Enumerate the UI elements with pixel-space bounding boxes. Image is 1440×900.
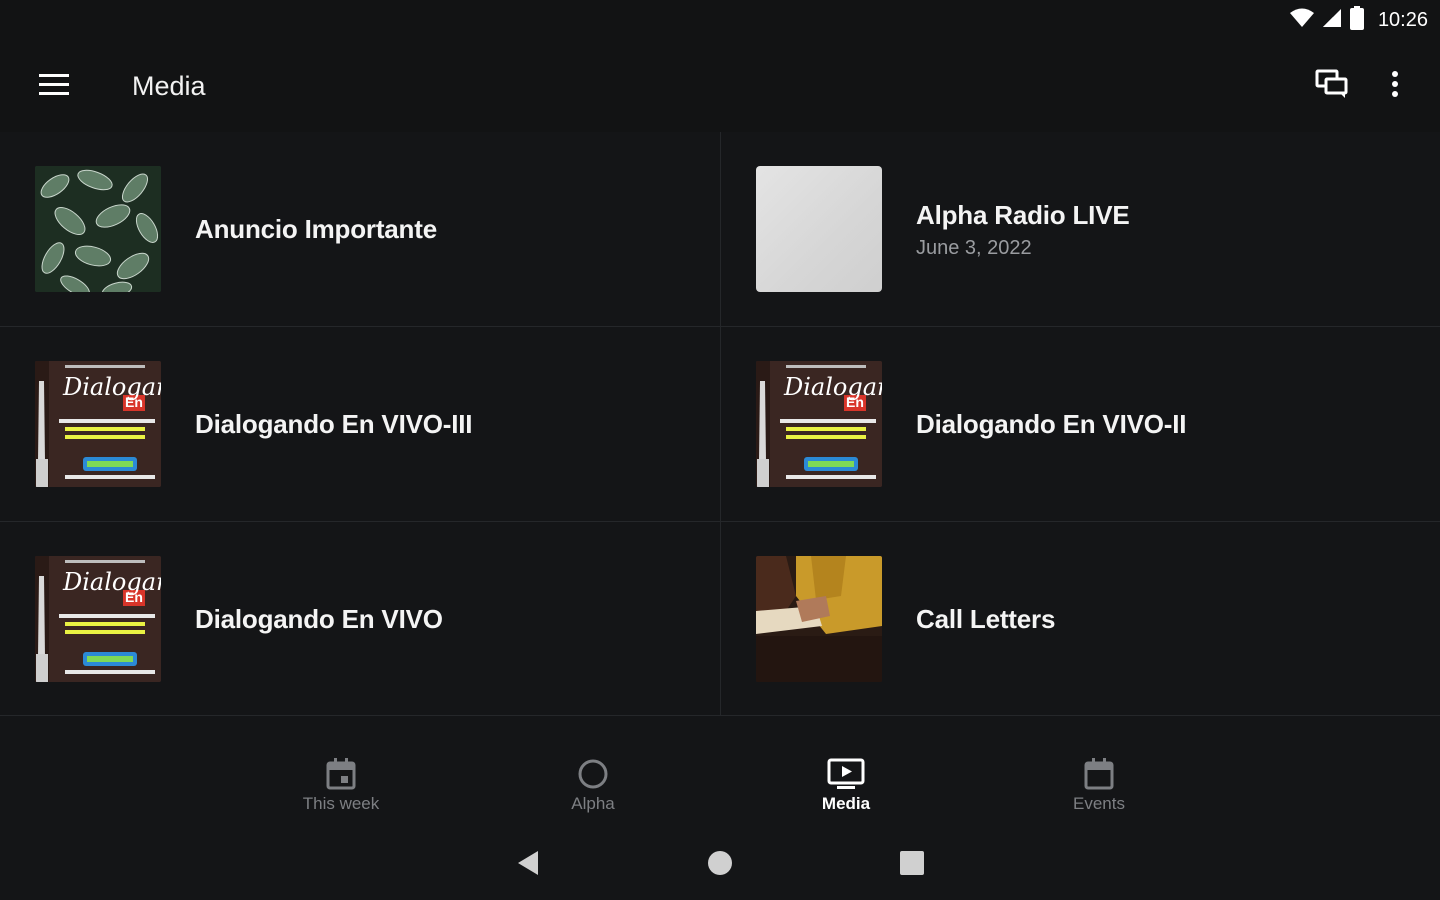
dialogando-poster-thumbnail: Dialogar En	[35, 361, 161, 487]
nav-label: Events	[1073, 794, 1125, 813]
bottom-navigation: This week Alpha Media Events	[0, 716, 1440, 834]
media-item-title: Dialogando En VIVO-III	[195, 409, 473, 439]
poster-script-text: Dialogar	[63, 373, 161, 401]
media-item-call-letters[interactable]: Call Letters	[721, 522, 1440, 716]
media-item-text: Call Letters	[916, 604, 1055, 635]
nav-events[interactable]: Events	[1029, 756, 1169, 826]
chat-icon	[1315, 69, 1349, 104]
chat-button[interactable]	[1310, 66, 1354, 106]
media-item-text: Alpha Radio LIVE June 3, 2022	[916, 200, 1130, 260]
media-item-alpha-radio-live[interactable]: Alpha Radio LIVE June 3, 2022	[721, 132, 1440, 326]
app-bar: Media	[0, 40, 1440, 132]
system-navigation-bar	[0, 834, 1440, 900]
media-item-anuncio-importante[interactable]: Anuncio Importante	[0, 132, 720, 326]
media-item-text: Dialogando En VIVO	[195, 604, 443, 635]
media-item-title: Dialogando En VIVO	[195, 604, 443, 634]
media-item-date: June 3, 2022	[916, 237, 1032, 259]
more-options-button[interactable]	[1378, 66, 1412, 106]
page-title: Media	[132, 71, 206, 101]
home-button[interactable]	[700, 848, 740, 882]
battery-icon	[1349, 5, 1364, 35]
dialogando-poster-thumbnail: Dialogar En	[35, 556, 161, 682]
home-circle-icon	[707, 850, 733, 881]
recents-square-icon	[899, 850, 925, 881]
media-item-text: Anuncio Importante	[195, 214, 437, 245]
media-item-dialogando-en-vivo-ii[interactable]: Dialogar En Dialogando En VIVO-II	[721, 327, 1440, 521]
status-bar: 10:26	[0, 0, 1440, 40]
nav-label: Alpha	[571, 794, 615, 813]
menu-button[interactable]	[34, 68, 74, 104]
calendar-today-icon	[271, 756, 411, 792]
nav-label: This week	[302, 794, 380, 813]
hamburger-icon	[39, 73, 69, 100]
media-grid: Anuncio Importante Alpha Radio LIVE June…	[0, 132, 1440, 716]
poster-badge-text: En	[125, 394, 143, 410]
nav-media[interactable]: Media	[776, 756, 916, 826]
leaves-thumbnail	[35, 166, 161, 292]
wifi-icon	[1289, 8, 1314, 33]
more-vert-icon	[1391, 70, 1399, 103]
back-button[interactable]	[508, 848, 548, 882]
nav-alpha[interactable]: Alpha	[523, 756, 663, 826]
media-item-text: Dialogando En VIVO-II	[916, 409, 1186, 440]
media-item-dialogando-en-vivo-iii[interactable]: Dialogar En Dialogando En VIVO-III	[0, 327, 720, 521]
recents-button[interactable]	[892, 848, 932, 882]
status-icons: 10:26	[1289, 5, 1428, 35]
poster-badge-text: En	[125, 589, 143, 605]
back-triangle-icon	[516, 850, 540, 881]
media-item-title: Anuncio Importante	[195, 214, 437, 244]
media-item-title: Dialogando En VIVO-II	[916, 409, 1187, 439]
calendar-icon	[1029, 756, 1169, 792]
tv-play-icon	[776, 756, 916, 792]
poster-badge-text: En	[846, 394, 864, 410]
person-reading-thumbnail	[756, 556, 882, 682]
white-texture-thumbnail	[756, 166, 882, 292]
media-item-text: Dialogando En VIVO-III	[195, 409, 472, 440]
nav-this-week[interactable]: This week	[271, 756, 411, 826]
media-item-dialogando-en-vivo[interactable]: Dialogar En Dialogando En VIVO	[0, 522, 720, 716]
nav-label: Media	[821, 794, 871, 813]
poster-script-text: Dialogar	[784, 373, 882, 401]
dialogando-poster-thumbnail: Dialogar En	[756, 361, 882, 487]
status-time: 10:26	[1377, 8, 1428, 31]
circle-icon	[523, 756, 663, 792]
poster-script-text: Dialogar	[63, 568, 161, 596]
media-item-title: Alpha Radio LIVE	[916, 200, 1130, 230]
media-item-title: Call Letters	[916, 604, 1056, 634]
cell-signal-icon	[1322, 8, 1342, 33]
